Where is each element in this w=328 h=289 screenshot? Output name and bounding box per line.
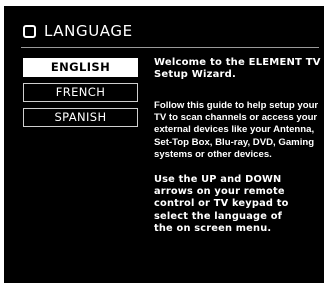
language-option-french[interactable]: FRENCH <box>23 83 138 102</box>
info-panel: Welcome to the ELEMENT TV Setup Wizard. … <box>154 57 324 235</box>
guide-line: TV to scan channels or access your <box>154 112 318 124</box>
guide-line: external devices like your Antenna, <box>154 124 315 136</box>
language-list: ENGLISH FRENCH SPANISH <box>23 58 138 133</box>
language-option-spanish[interactable]: SPANISH <box>23 108 138 127</box>
welcome-line: Welcome to the ELEMENT TV <box>154 57 321 68</box>
setup-wizard-screen: LANGUAGE ENGLISH FRENCH SPANISH Welcome … <box>4 6 324 283</box>
guide-line: Follow this guide to help setup your <box>154 100 319 111</box>
page-title: LANGUAGE <box>44 22 133 40</box>
guide-text: Follow this guide to help setup your TV … <box>154 100 324 161</box>
welcome-line: Setup Wizard. <box>154 69 237 80</box>
welcome-text: Welcome to the ELEMENT TV Setup Wizard. <box>154 57 324 81</box>
instruction-line: control or TV keypad to <box>154 198 289 210</box>
instruction-line: arrows on your remote <box>154 186 285 198</box>
square-outline-icon <box>23 24 36 38</box>
guide-line: Set-Top Box, Blu-ray, DVD, Gaming <box>154 136 315 148</box>
instruction-line: the on screen menu. <box>154 222 272 234</box>
instruction-line: select the language of <box>154 210 283 222</box>
instruction-text: Use the UP and DOWN arrows on your remot… <box>154 174 324 235</box>
instruction-line: Use the UP and DOWN <box>154 174 282 186</box>
language-option-english[interactable]: ENGLISH <box>23 58 138 77</box>
guide-line: systems or other devices. <box>154 148 272 160</box>
header: LANGUAGE <box>23 20 133 42</box>
header-divider <box>21 47 319 48</box>
